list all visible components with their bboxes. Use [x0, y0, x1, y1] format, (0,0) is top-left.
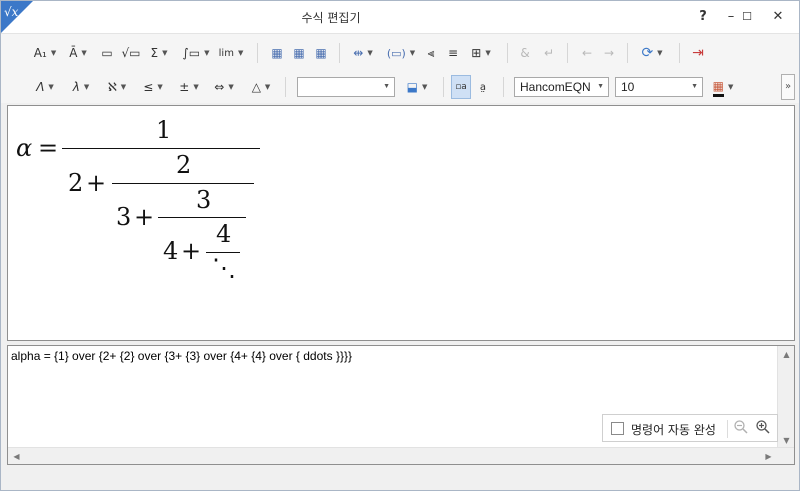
fraction-bar	[112, 183, 254, 184]
relation-icon[interactable]: ≤ ▼	[137, 75, 169, 99]
vertical-scrollbar[interactable]: ▲ ▼	[777, 346, 794, 449]
ampersand-icon[interactable]: &	[515, 41, 535, 65]
root-icon[interactable]: √▭	[119, 41, 143, 65]
expand-toolbar-button[interactable]: »	[781, 74, 795, 100]
toolbar-row-1: A₁ ▼ Ā ▼ ▭ √▭ Σ ▼ ∫▭ ▼ lim ▼ ▦ ▦ ▦ ⇹ ▼ (▭) ▼ ⫷ …	[1, 36, 781, 70]
integral-icon[interactable]: ∫▭ ▼	[181, 41, 211, 65]
script-editor[interactable]: alpha = {1} over {2+ {2} over {3+ {3} ov…	[7, 345, 795, 465]
rendered-formula: α = 1 2 + 2 3 + 3 4 + 4 ⋱	[8, 106, 408, 336]
formula-numerator: 3	[196, 186, 212, 214]
formula-plus: +	[86, 169, 107, 197]
title-bar: √x 수식 편집기 ? – ☐ ✕	[1, 1, 799, 33]
formula-preview: α = 1 2 + 2 3 + 3 4 + 4 ⋱	[7, 105, 795, 341]
font-combo[interactable]: HancomEQN ▼	[514, 77, 609, 97]
autocomplete-checkbox[interactable]	[611, 422, 624, 435]
formula-term: 3	[116, 203, 132, 231]
scroll-right-icon[interactable]: ▶	[760, 448, 777, 465]
formula-equals: =	[38, 134, 59, 162]
limit-icon[interactable]: lim ▼	[215, 41, 247, 65]
close-button[interactable]: ✕	[762, 1, 794, 33]
equation-editor-window: √x 수식 편집기 ? – ☐ ✕ A₁ ▼ Ā ▼ ▭ √▭ Σ ▼ ∫▭ ▼ lim…	[0, 0, 800, 491]
script-text[interactable]: alpha = {1} over {2+ {2} over {3+ {3} ov…	[11, 349, 352, 363]
toolbar-separator	[627, 43, 628, 63]
grid-icon[interactable]: ⊞ ▼	[465, 41, 497, 65]
formula-alpha: α	[16, 134, 33, 162]
align-left-icon[interactable]: ⫷	[421, 41, 441, 65]
view-inline-icon[interactable]: ▫a	[451, 75, 471, 99]
matrix-col-icon[interactable]: ▦	[311, 41, 331, 65]
formula-numerator: 1	[156, 116, 172, 144]
hebrew-icon[interactable]: ℵ ▼	[101, 75, 133, 99]
toolbar: A₁ ▼ Ā ▼ ▭ √▭ Σ ▼ ∫▭ ▼ lim ▼ ▦ ▦ ▦ ⇹ ▼ (▭) ▼ ⫷ …	[1, 33, 799, 103]
sum-icon[interactable]: Σ ▼	[145, 41, 173, 65]
formula-ddots: ⋱	[212, 254, 236, 282]
toolbar-separator	[507, 43, 508, 63]
scroll-left-icon[interactable]: ◀	[8, 448, 25, 465]
panel-separator	[727, 420, 728, 438]
arrow-icon[interactable]: ⇔ ▼	[207, 75, 241, 99]
bracket-icon[interactable]: (▭) ▼	[385, 41, 417, 65]
operator-icon[interactable]: ± ▼	[173, 75, 205, 99]
formula-plus: +	[181, 237, 202, 265]
autocomplete-label: 명령어 자동 완성	[631, 423, 716, 437]
exit-icon[interactable]: ⇥	[687, 41, 709, 65]
maximize-button[interactable]: ☐	[731, 1, 763, 33]
align-center-icon[interactable]: ≡	[443, 41, 463, 65]
formula-numerator: 2	[176, 151, 192, 179]
zoom-out-icon[interactable]	[731, 419, 751, 439]
toolbar-separator	[567, 43, 568, 63]
undo-icon[interactable]: ←	[577, 41, 597, 65]
redo-icon[interactable]: →	[599, 41, 619, 65]
toolbar-separator	[339, 43, 340, 63]
fraction-icon[interactable]: ▭	[97, 41, 117, 65]
matrix-icon[interactable]: ▦	[267, 41, 287, 65]
toolbar-separator	[503, 77, 504, 97]
decoration-icon[interactable]: Ā ▼	[63, 41, 93, 65]
horizontal-scrollbar[interactable]: ◀ ▶	[8, 447, 794, 464]
misc-symbol-icon[interactable]: △ ▼	[245, 75, 277, 99]
autocomplete-panel: 명령어 자동 완성	[602, 414, 778, 442]
formula-term: 2	[68, 169, 84, 197]
toolbar-separator	[679, 43, 680, 63]
toolbar-row-2: Λ ▼ λ ▼ ℵ ▼ ≤ ▼ ± ▼ ⇔ ▼ △ ▼ ▼ ⬓ ▼ ▫a a̤ HancomEQ…	[1, 70, 781, 104]
greek-upper-icon[interactable]: Λ ▼	[29, 75, 61, 99]
size-combo[interactable]: 10 ▼	[615, 77, 703, 97]
fraction-bar	[206, 252, 240, 253]
window-title: 수식 편집기	[301, 11, 361, 25]
toolbar-separator	[443, 77, 444, 97]
greek-lower-icon[interactable]: λ ▼	[65, 75, 97, 99]
spacing-icon[interactable]: ⇹ ▼	[347, 41, 379, 65]
newline-icon[interactable]: ↵	[539, 41, 559, 65]
refresh-icon[interactable]: ⟳ ▼	[635, 41, 669, 65]
toolbar-separator	[257, 43, 258, 63]
color-picker-icon[interactable]: ⬓ ▼	[401, 75, 433, 99]
style-combo[interactable]: ▼	[297, 77, 395, 97]
view-subscript-icon[interactable]: a̤	[473, 75, 493, 99]
fraction-bar	[158, 217, 246, 218]
fraction-bar	[62, 148, 260, 149]
font-size-icon[interactable]: A₁ ▼	[29, 41, 61, 65]
formula-term: 4	[163, 237, 179, 265]
matrix-row-icon[interactable]: ▦	[289, 41, 309, 65]
scroll-up-icon[interactable]: ▲	[778, 346, 795, 363]
zoom-in-icon[interactable]	[753, 419, 773, 439]
status-bar	[1, 469, 799, 490]
text-color-icon[interactable]: ▦ ▼	[707, 75, 739, 99]
toolbar-separator	[285, 77, 286, 97]
formula-numerator: 4	[216, 220, 232, 248]
formula-plus: +	[134, 203, 155, 231]
